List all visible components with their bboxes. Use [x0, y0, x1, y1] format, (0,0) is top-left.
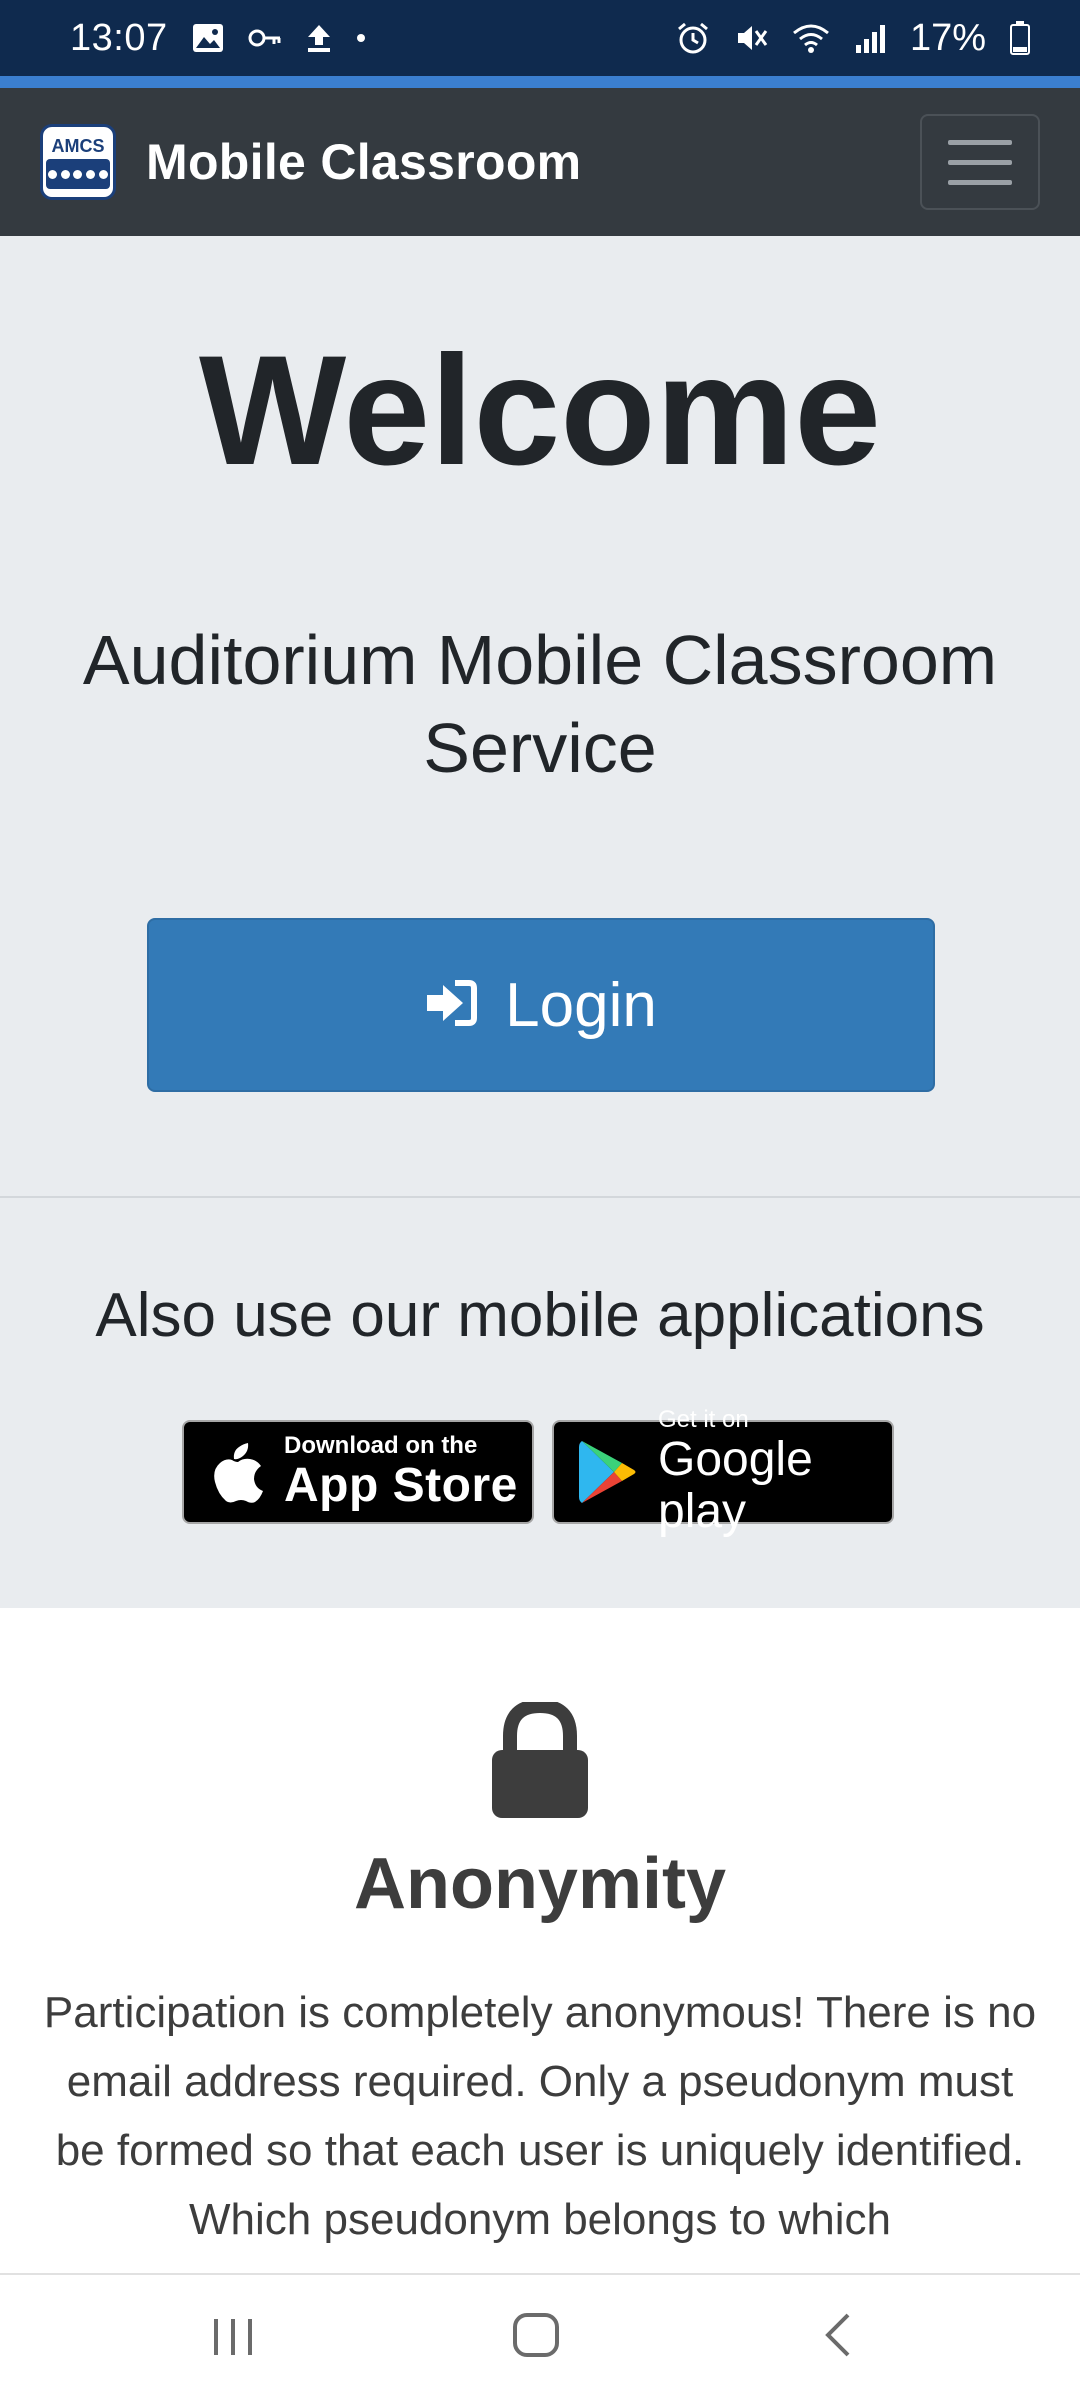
anonymity-text: Participation is completely anonymous! T… [43, 1988, 1037, 2244]
brand-name[interactable]: Mobile Classroom [146, 133, 581, 191]
app-store-text: Download on the App Store [284, 1432, 518, 1512]
google-play-badge[interactable]: Get it on Google play [552, 1406, 894, 1538]
google-play-small-text: Get it on [658, 1406, 749, 1433]
lock-icon [488, 1698, 592, 1825]
alarm-icon [676, 21, 710, 55]
image-icon [192, 23, 224, 53]
battery-icon [1010, 21, 1030, 55]
google-play-icon [578, 1439, 638, 1505]
google-play-text: Get it on Google play [658, 1406, 892, 1538]
key-icon [248, 28, 282, 48]
hamburger-icon [948, 139, 1012, 145]
brand-logo-text: AMCS [51, 136, 105, 156]
seats-icon [46, 159, 110, 189]
mute-icon [734, 21, 768, 55]
status-left: 13:07 [70, 17, 366, 60]
wifi-icon [792, 22, 830, 54]
recent-apps-icon[interactable] [210, 2305, 256, 2370]
welcome-heading: Welcome [198, 324, 882, 498]
mobile-apps-section: Also use our mobile applications Downloa… [0, 1198, 1080, 1608]
brand-logo[interactable]: AMCS [40, 124, 116, 200]
signal-icon [854, 23, 886, 53]
menu-toggle-button[interactable] [920, 114, 1040, 210]
home-icon[interactable] [510, 2305, 564, 2370]
mobile-apps-heading: Also use our mobile applications [95, 1281, 985, 1350]
status-right: 17% [676, 17, 1030, 60]
status-time: 13:07 [70, 16, 168, 59]
accent-line [0, 76, 1080, 88]
status-bar: 13:07 17% [0, 0, 1080, 76]
service-subtitle: Auditorium Mobile Classroom Service [82, 621, 998, 787]
anonymity-section: Anonymity Participation is completely an… [0, 1608, 1080, 2273]
navbar: AMCS Mobile Classroom [0, 88, 1080, 236]
app-store-badge[interactable]: Download on the App Store [182, 1420, 534, 1524]
apple-icon [212, 1441, 264, 1503]
login-label: Login [505, 970, 657, 1040]
hero-section: Welcome Auditorium Mobile Classroom Serv… [0, 236, 1080, 1198]
anonymity-heading: Anonymity [353, 1844, 727, 1924]
battery-percentage: 17% [909, 16, 986, 59]
system-nav-bar [0, 2273, 1080, 2400]
google-play-big-text: Google play [658, 1433, 813, 1538]
sign-in-icon [425, 970, 478, 1041]
dot-icon [356, 33, 366, 43]
app-store-small-text: Download on the [284, 1432, 478, 1459]
upload-icon [306, 23, 332, 53]
back-icon[interactable] [818, 2305, 858, 2370]
app-store-big-text: App Store [284, 1459, 518, 1512]
login-button[interactable]: Login [147, 918, 935, 1092]
